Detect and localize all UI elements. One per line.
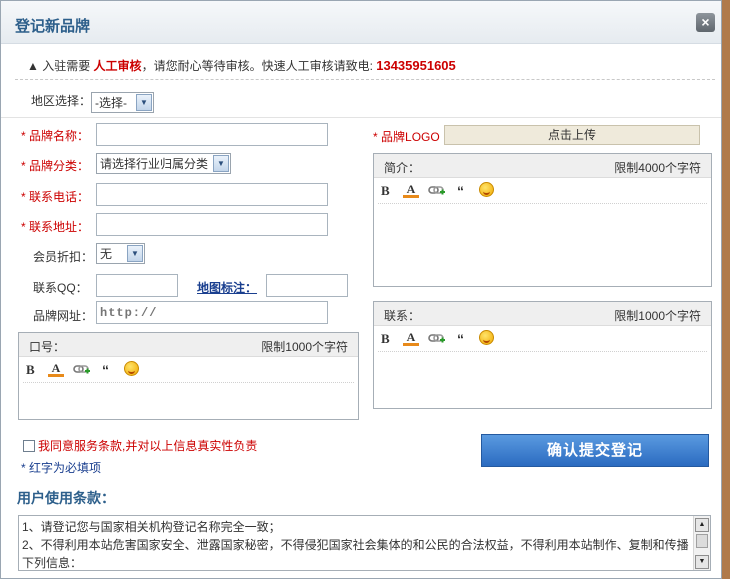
link-icon[interactable]: [428, 333, 446, 345]
upload-logo-button[interactable]: 点击上传: [444, 125, 700, 145]
logo-label: * 品牌LOGO: [373, 130, 440, 144]
contact-editor: 联系： 限制1000个字符 B A “: [373, 301, 712, 409]
terms-scrollbar[interactable]: ▲ ▼: [693, 516, 710, 570]
discount-select[interactable]: 无 ▼: [96, 243, 145, 264]
phone-label: * 联系电话：: [21, 190, 90, 204]
slogan-editor: 口号： 限制1000个字符 B A “: [18, 332, 359, 420]
phone-input[interactable]: [96, 183, 328, 206]
intro-editor-limit: 限制4000个字符: [614, 161, 701, 175]
font-color-icon[interactable]: A: [48, 362, 64, 377]
chevron-down-icon: ▼: [127, 245, 143, 262]
map-marker-input[interactable]: [266, 274, 348, 297]
discount-value: 无: [100, 247, 113, 261]
link-icon[interactable]: [73, 364, 91, 376]
brand-category-value: 请选择行业归属分类: [100, 157, 209, 171]
terms-line: 1、请登记您与国家相关机构登记名称完全一致；: [22, 520, 281, 534]
close-button[interactable]: ×: [696, 13, 715, 32]
brand-category-select[interactable]: 请选择行业归属分类 ▼: [96, 153, 231, 174]
region-label: 地区选择：: [31, 94, 92, 108]
required-note: * 红字为必填项: [21, 461, 102, 475]
register-brand-dialog: 登记新品牌 × ▲ 入驻需要 人工审核，请您耐心等待审核。快速人工审核请致电: …: [0, 0, 722, 579]
contact-editor-toolbar: B A “: [378, 326, 707, 352]
region-select-value: -选择-: [95, 96, 127, 110]
scroll-down-icon[interactable]: ▼: [695, 555, 709, 569]
contact-editor-title: 联系：: [384, 309, 421, 323]
scroll-up-icon[interactable]: ▲: [695, 518, 709, 532]
chevron-down-icon: ▼: [136, 94, 152, 111]
qq-label: 联系QQ：: [33, 281, 88, 295]
emoticon-icon[interactable]: [479, 182, 494, 197]
discount-label: 会员折扣：: [33, 250, 94, 264]
dialog-titlebar: 登记新品牌 ×: [1, 1, 721, 44]
terms-text: 1、请登记您与国家相关机构登记名称完全一致； 2、不得利用本站危害国家安全、泄露…: [22, 518, 692, 570]
font-color-icon[interactable]: A: [403, 183, 419, 198]
address-label: * 联系地址：: [21, 220, 90, 234]
contact-editor-header: 联系： 限制1000个字符: [374, 302, 711, 326]
chevron-down-icon: ▼: [213, 155, 229, 172]
agree-terms[interactable]: 我同意服务条款,并对以上信息真实性负责: [23, 437, 257, 454]
qq-input[interactable]: [96, 274, 178, 297]
bold-icon[interactable]: B: [381, 331, 390, 347]
quote-icon[interactable]: “: [102, 362, 109, 378]
terms-line: 下列信息：: [22, 556, 83, 570]
intro-editor-title: 简介：: [384, 161, 421, 175]
notice-phone: 13435951605: [376, 58, 456, 73]
brand-category-label: * 品牌分类：: [21, 159, 90, 173]
link-icon[interactable]: [428, 185, 446, 197]
slogan-editor-title: 口号：: [29, 340, 66, 354]
address-input[interactable]: [96, 213, 328, 236]
font-color-icon[interactable]: A: [403, 331, 419, 346]
dialog-title: 登记新品牌: [15, 18, 91, 35]
emoticon-icon[interactable]: [124, 361, 139, 376]
quote-icon[interactable]: “: [457, 183, 464, 199]
region-select[interactable]: -选择- ▼: [91, 92, 154, 113]
scroll-thumb[interactable]: [696, 534, 708, 548]
contact-editor-limit: 限制1000个字符: [614, 309, 701, 323]
notice-prefix: ▲ 入驻需要: [27, 59, 94, 73]
map-marker-link[interactable]: 地图标注：: [197, 279, 257, 296]
website-label: 品牌网址：: [33, 309, 94, 323]
intro-editor-header: 简介： 限制4000个字符: [374, 154, 711, 178]
intro-editor: 简介： 限制4000个字符 B A “: [373, 153, 712, 287]
terms-line: 2、不得利用本站危害国家安全、泄露国家秘密，不得侵犯国家社会集体的和公民的合法权…: [22, 538, 689, 552]
quote-icon[interactable]: “: [457, 331, 464, 347]
bold-icon[interactable]: B: [26, 362, 35, 378]
intro-editor-toolbar: B A “: [378, 178, 707, 204]
review-notice: ▲ 入驻需要 人工审核，请您耐心等待审核。快速人工审核请致电: 13435951…: [27, 57, 456, 74]
brand-name-input[interactable]: [96, 123, 328, 146]
website-input[interactable]: [96, 301, 328, 324]
slogan-editor-toolbar: B A “: [23, 357, 354, 383]
bold-icon[interactable]: B: [381, 183, 390, 199]
terms-title: 用户使用条款：: [17, 490, 115, 506]
divider: [1, 117, 721, 118]
agree-label: 我同意服务条款,并对以上信息真实性负责: [38, 439, 258, 453]
brand-name-label: * 品牌名称：: [21, 129, 90, 143]
terms-textarea[interactable]: 1、请登记您与国家相关机构登记名称完全一致； 2、不得利用本站危害国家安全、泄露…: [18, 515, 711, 571]
notice-middle: ，请您耐心等待审核。快速人工审核请致电:: [141, 59, 377, 73]
slogan-editor-header: 口号： 限制1000个字符: [19, 333, 358, 357]
emoticon-icon[interactable]: [479, 330, 494, 345]
divider: [15, 79, 715, 80]
slogan-editor-limit: 限制1000个字符: [261, 340, 348, 354]
notice-highlight: 人工审核: [93, 59, 142, 73]
submit-button[interactable]: 确认提交登记: [481, 434, 709, 467]
agree-checkbox[interactable]: [23, 439, 35, 452]
